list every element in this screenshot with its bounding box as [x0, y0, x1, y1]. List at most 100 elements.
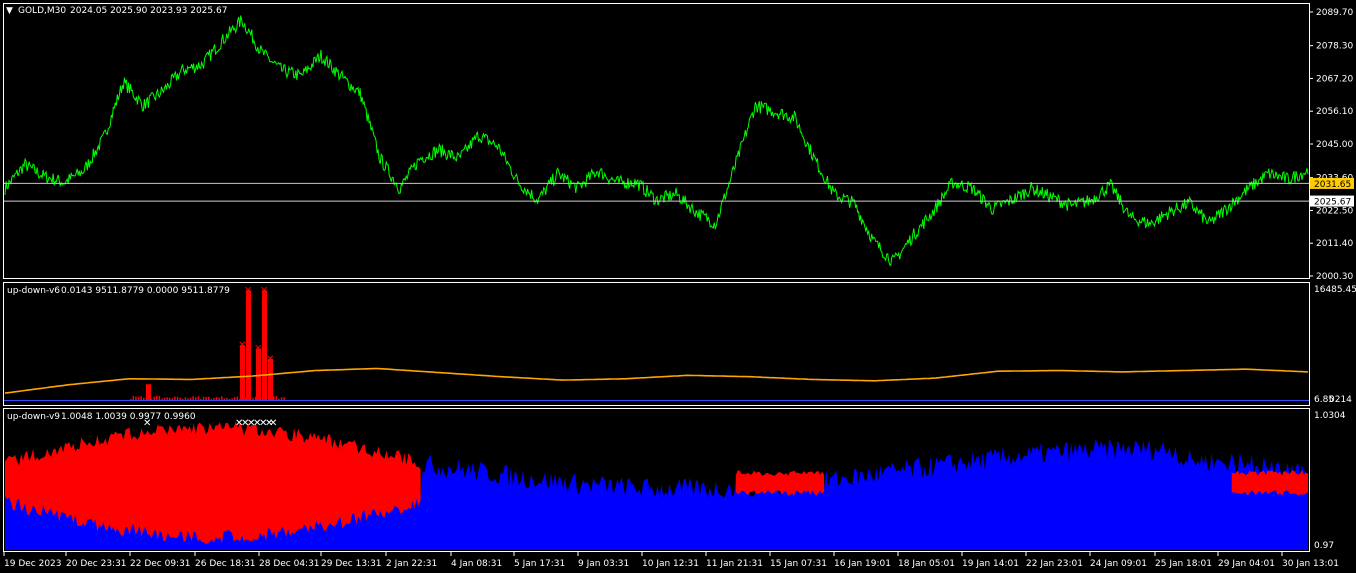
up-down-v9-scale-bottom: 0.97: [1314, 541, 1334, 551]
time-axis-label: 11 Jan 21:31: [706, 559, 763, 569]
up-down-v6-bar: [161, 398, 163, 400]
up-down-v6-bar: [283, 397, 285, 400]
price-pane: ▼ GOLD,M30 2024.05 2025.90 2023.93 2025.…: [3, 3, 1354, 282]
up-down-v9-title: up-down-v9: [7, 412, 60, 422]
up-down-v6-bar: [228, 398, 231, 400]
up-down-v6-bar: [236, 396, 239, 400]
time-axis-label: 25 Jan 18:01: [1155, 559, 1212, 569]
time-axis: 19 Dec 2023 20 Dec 23:31 22 Dec 09:31 26 De…: [3, 552, 1339, 569]
time-axis-label: 19 Jan 14:01: [962, 559, 1019, 569]
up-down-v6-bar: [174, 396, 176, 400]
up-down-v6-bar: [273, 396, 275, 400]
up-down-v6-bar: [137, 396, 140, 400]
up-down-v6-bar: [163, 397, 166, 400]
up-down-v6-bar: [182, 398, 184, 400]
up-down-v6-bar: [140, 396, 142, 400]
up-down-v6-bar: [268, 358, 273, 400]
up-down-v6-bar: [265, 398, 267, 400]
up-down-v6-bar: [158, 396, 161, 400]
up-down-v6-scale-top: 16485.450: [1314, 285, 1356, 295]
time-axis-label: 26 Dec 18:31: [195, 559, 256, 569]
up-down-v6-bar: [221, 396, 223, 400]
chart-window: ▼ GOLD,M30 2024.05 2025.90 2023.93 2025.…: [3, 3, 1356, 569]
up-down-v6-bar: [249, 397, 252, 400]
up-down-v6-bar: [262, 397, 265, 400]
up-down-v6-bar: [169, 397, 171, 400]
up-down-v6-bar: [171, 398, 174, 400]
up-down-v6-bar: [234, 397, 236, 400]
chart-menu-icon[interactable]: ▼: [6, 6, 13, 16]
up-down-v6-bar: [280, 397, 283, 400]
up-down-v6-bar: [156, 396, 158, 400]
up-down-v6-marker: ✕: [260, 285, 268, 296]
up-down-v6-values: 0.0143 9511.8779 0.0000 9511.8779: [61, 286, 230, 296]
up-down-v6-bar: [146, 384, 151, 400]
symbol-label: GOLD,M30: [18, 6, 66, 16]
up-down-v6-bar: [231, 398, 233, 400]
up-down-v6-bar: [226, 398, 228, 400]
up-down-v6-bar: [200, 398, 202, 400]
time-axis-label: 2 Jan 22:31: [386, 559, 437, 569]
time-axis-label: 30 Jan 13:01: [1282, 559, 1339, 569]
up-down-v6-bar: [179, 397, 181, 400]
up-down-v6-bar: [218, 397, 220, 400]
time-axis-label: 28 Dec 04:31: [259, 559, 320, 569]
up-down-v6-marker: ✕: [238, 340, 246, 351]
up-down-v6-marker: ✕: [244, 285, 252, 296]
time-axis-label: 9 Jan 03:31: [578, 559, 629, 569]
up-down-v6-marker: ✕: [254, 344, 262, 355]
up-down-v6-bar: [153, 396, 155, 400]
up-down-v6-bar: [202, 396, 205, 400]
up-down-v6-bar: [239, 398, 241, 400]
up-down-v9-marker: ✕: [269, 418, 277, 429]
time-axis-label: 15 Jan 07:31: [770, 559, 827, 569]
up-down-v6-bar: [210, 398, 213, 400]
up-down-v6-marker: ✕: [266, 354, 274, 365]
up-down-v9-values: 1.0048 1.0039 0.9977 0.9960: [61, 412, 196, 422]
up-down-v6-bar: [189, 398, 192, 400]
up-down-v6-bar: [148, 397, 150, 400]
reference-price-tag: 2031.65: [1310, 177, 1354, 190]
up-down-v6-bar: [132, 396, 135, 400]
up-down-v9-pane: ✕ ✕✕✕✕✕✕✕ up-down-v9 1.0048 1.0039 0.9977…: [3, 408, 1346, 552]
up-down-v6-bar: [223, 398, 226, 400]
price-scale-label: 2078.30: [1316, 42, 1353, 52]
time-axis-label: 29 Jan 04:01: [1218, 559, 1275, 569]
up-down-v6-bar: [262, 290, 267, 400]
up-down-v6-bar: [187, 398, 189, 400]
price-scale-label: 2067.20: [1316, 74, 1353, 84]
up-down-v6-bar: [195, 397, 197, 400]
up-down-v6-bar: [184, 397, 187, 400]
time-axis-label: 29 Dec 13:31: [321, 559, 382, 569]
time-axis-label: 18 Jan 05:01: [898, 559, 955, 569]
up-down-v6-title: up-down-v6: [7, 286, 60, 296]
up-down-v6-bar: [205, 397, 207, 400]
up-down-v6-bar: [145, 398, 148, 400]
up-down-v6-scale-bottom-2: 0214: [1329, 395, 1352, 405]
up-down-v6-bar: [247, 398, 249, 400]
up-down-v6-bar: [252, 398, 254, 400]
up-down-v6-bar: [176, 396, 179, 400]
up-down-v6-bar: [192, 396, 194, 400]
up-down-v6-bar: [213, 397, 215, 400]
up-down-v6-bar: [130, 398, 132, 400]
price-pane-frame: [3, 3, 1310, 279]
time-axis-label: 19 Dec 2023: [4, 559, 62, 569]
price-scale: 2089.702078.302067.202056.102045.002033.…: [1309, 8, 1353, 282]
up-down-v6-bar: [260, 397, 262, 400]
up-down-v6-bar: [257, 398, 259, 400]
time-axis-label: 5 Jan 17:31: [514, 559, 565, 569]
svg-text:2025.67: 2025.67: [1314, 198, 1351, 208]
up-down-v6-bar: [143, 397, 145, 400]
up-down-v6-bar: [135, 396, 137, 400]
up-down-v6-bar: [256, 348, 261, 400]
up-down-v6-bar: [244, 397, 246, 400]
price-scale-label: 2089.70: [1316, 8, 1353, 18]
up-down-v6-bar: [240, 345, 245, 400]
up-down-v6-bar: [197, 396, 200, 400]
time-axis-label: 16 Jan 19:01: [834, 559, 891, 569]
time-axis-label: 22 Jan 23:01: [1026, 559, 1083, 569]
up-down-v6-ma-line: [4, 367, 1309, 394]
time-axis-label: 4 Jan 08:31: [451, 559, 502, 569]
up-down-v6-bar: [275, 396, 278, 400]
